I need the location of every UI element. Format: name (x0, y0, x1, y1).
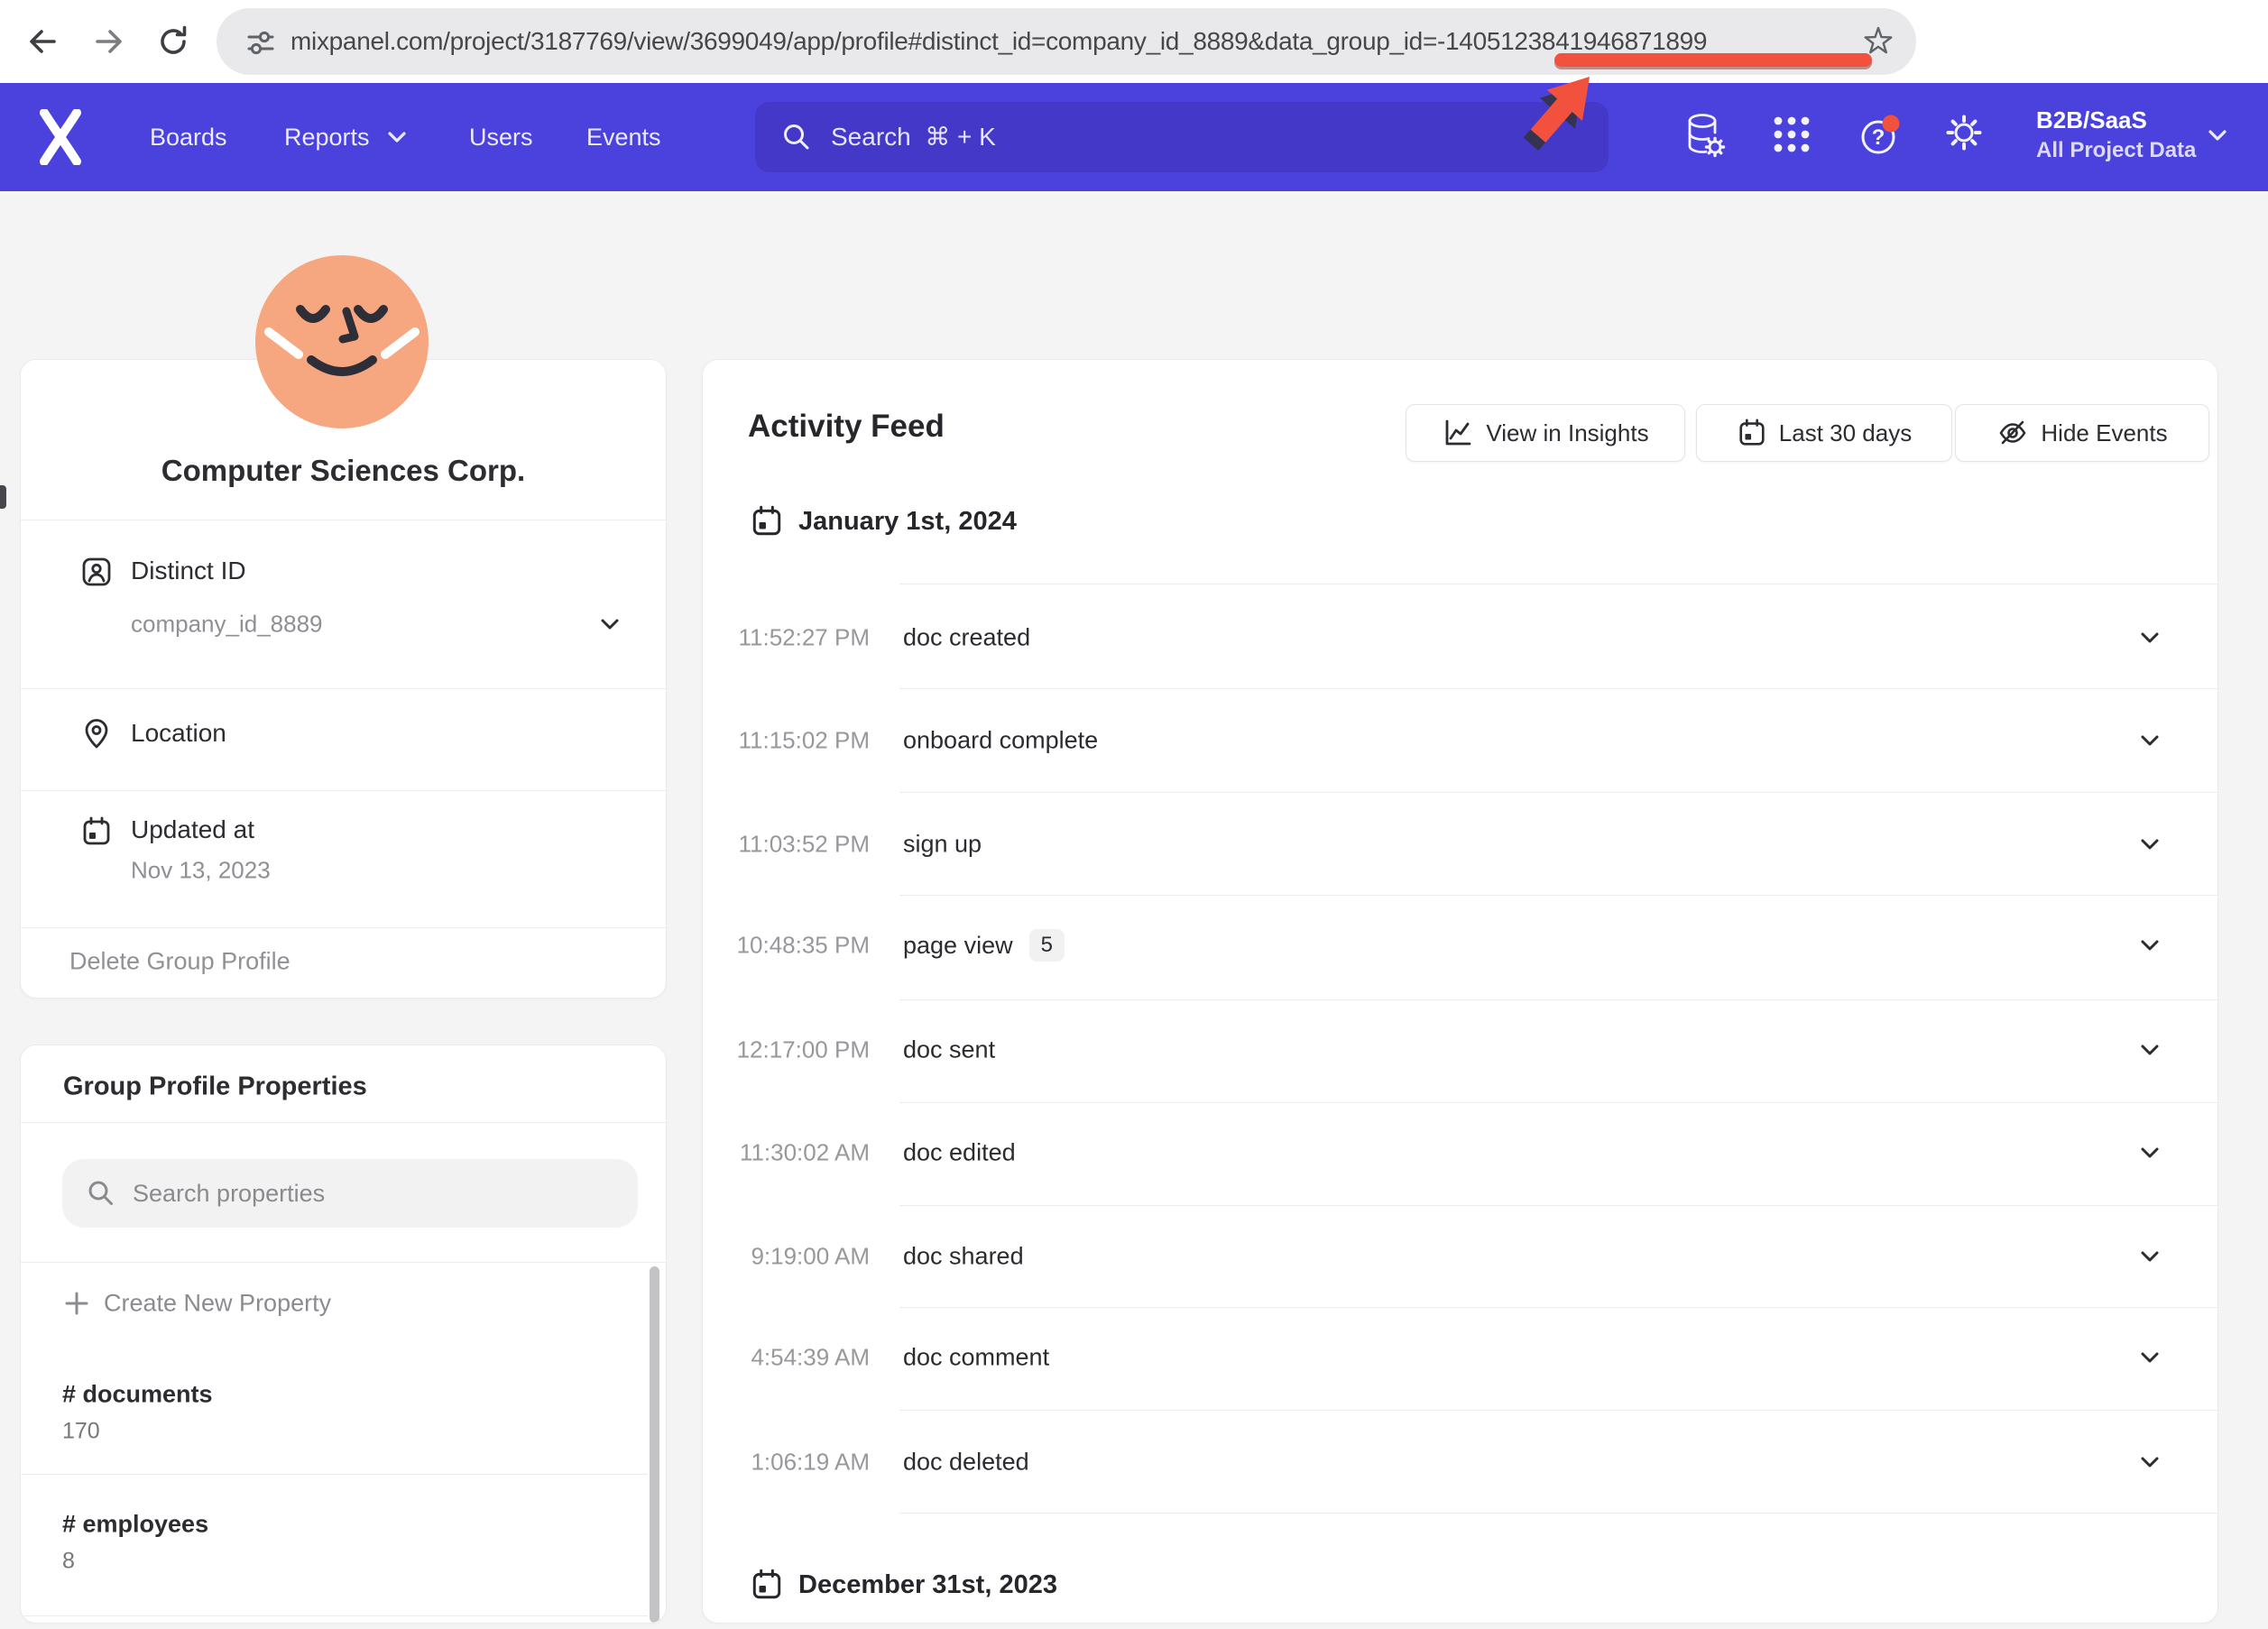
event-time: 11:15:02 PM (703, 727, 870, 755)
date-range-button[interactable]: Last 30 days (1696, 404, 1952, 462)
property-name: # documents (62, 1381, 213, 1409)
event-expand-chevron-icon[interactable] (2135, 726, 2164, 755)
search-icon (86, 1178, 116, 1209)
screen-edge-artifact (0, 485, 6, 509)
browser-toolbar: mixpanel.com/project/3187769/view/369904… (0, 0, 2268, 83)
event-row[interactable]: doc comment (903, 1344, 1049, 1372)
url-highlighted-id: -1405123841946871899 (1437, 27, 1707, 55)
event-row[interactable]: doc edited (903, 1139, 1016, 1167)
project-name[interactable]: B2B/SaaS (2036, 106, 2147, 134)
project-scope: All Project Data (2036, 137, 2196, 164)
event-row[interactable]: onboard complete (903, 727, 1098, 755)
event-expand-chevron-icon[interactable] (2135, 1242, 2164, 1271)
company-name: Computer Sciences Corp. (21, 454, 666, 488)
event-row[interactable]: doc created (903, 624, 1030, 652)
event-expand-chevron-icon[interactable] (2135, 1138, 2164, 1167)
distinct-id-value: company_id_8889 (131, 611, 323, 639)
top-navbar: Boards Reports Users Events (0, 83, 2268, 191)
day-header-date: January 1st, 2024 (798, 507, 1017, 537)
nav-link-events[interactable]: Events (586, 122, 661, 152)
settings-gear-icon[interactable] (1943, 112, 1985, 153)
event-expand-chevron-icon[interactable] (2135, 830, 2164, 859)
event-time: 1:06:19 AM (703, 1449, 870, 1477)
hide-events-button[interactable]: Hide Events (1955, 404, 2209, 462)
activity-feed-card: Activity Feed View in Insights Last 30 d… (702, 359, 2218, 1624)
updated-at-label: Updated at (131, 815, 254, 844)
distinct-id-chevron-down-icon[interactable] (596, 613, 623, 635)
property-value: 170 (62, 1419, 100, 1445)
group-profile-properties-card: Group Profile Properties Create New Prop… (20, 1045, 667, 1624)
property-value: 8 (62, 1549, 75, 1575)
global-search-input[interactable] (829, 122, 1464, 152)
event-time: 11:52:27 PM (703, 624, 870, 652)
event-expand-chevron-icon[interactable] (2135, 931, 2164, 960)
plus-icon[interactable] (62, 1289, 91, 1318)
updated-at-calendar-icon (80, 815, 113, 848)
company-avatar (255, 255, 429, 428)
properties-search-input[interactable] (131, 1179, 604, 1209)
global-search[interactable] (755, 102, 1609, 172)
line-chart-icon (1442, 417, 1474, 449)
event-row[interactable]: doc shared (903, 1243, 1024, 1271)
nav-link-users[interactable]: Users (469, 122, 533, 152)
create-new-property-button[interactable]: Create New Property (104, 1290, 331, 1318)
distinct-id-label: Distinct ID (131, 557, 246, 585)
eye-slash-icon (1996, 417, 2029, 449)
event-row[interactable]: doc sent (903, 1036, 995, 1064)
help-icon[interactable]: ? (1855, 110, 1905, 161)
event-time: 4:54:39 AM (703, 1344, 870, 1372)
properties-scrollbar[interactable] (650, 1266, 659, 1623)
url-text: mixpanel.com/project/3187769/view/369904… (290, 27, 1707, 56)
location-icon (80, 717, 113, 750)
svg-text:?: ? (1872, 125, 1885, 150)
mixpanel-logo-icon[interactable] (40, 109, 81, 165)
red-underline-annotation (1554, 53, 1872, 67)
calendar-icon (1737, 418, 1767, 448)
company-profile-card: Computer Sciences Corp. Distinct ID comp… (20, 359, 667, 999)
view-in-insights-button[interactable]: View in Insights (1406, 404, 1685, 462)
day-header: December 31st, 2023 (750, 1568, 1057, 1602)
reports-chevron-down-icon[interactable] (386, 128, 408, 146)
event-time: 10:48:35 PM (703, 932, 870, 960)
apps-grid-icon[interactable] (1771, 114, 1812, 155)
event-time: 11:30:02 AM (703, 1139, 870, 1167)
search-icon (780, 121, 813, 153)
event-row[interactable]: doc deleted (903, 1449, 1029, 1477)
event-expand-chevron-icon[interactable] (2135, 1035, 2164, 1064)
project-chevron-down-icon[interactable] (2205, 124, 2230, 146)
nav-link-reports[interactable]: Reports (284, 122, 370, 152)
site-controls-icon[interactable] (244, 25, 278, 60)
event-expand-chevron-icon[interactable] (2135, 623, 2164, 652)
calendar-icon (750, 504, 784, 538)
event-expand-chevron-icon[interactable] (2135, 1448, 2164, 1477)
delete-group-profile-button[interactable]: Delete Group Profile (69, 948, 290, 976)
reload-icon[interactable] (153, 22, 193, 61)
notification-dot (1883, 115, 1900, 133)
event-count-badge: 5 (1029, 929, 1065, 962)
distinct-id-icon (80, 556, 113, 588)
event-time: 12:17:00 PM (703, 1036, 870, 1064)
forward-icon[interactable] (88, 22, 128, 61)
property-name: # employees (62, 1511, 208, 1539)
properties-search[interactable] (62, 1159, 638, 1228)
event-row[interactable]: sign up (903, 831, 982, 859)
location-label: Location (131, 719, 226, 748)
event-time: 9:19:00 AM (703, 1243, 870, 1271)
day-header-date: December 31st, 2023 (798, 1570, 1057, 1600)
back-icon[interactable] (23, 22, 63, 61)
nav-link-boards[interactable]: Boards (150, 122, 227, 152)
updated-at-value: Nov 13, 2023 (131, 857, 271, 885)
event-row[interactable]: page view5 (903, 929, 1065, 962)
data-management-icon[interactable] (1683, 111, 1726, 161)
event-expand-chevron-icon[interactable] (2135, 1343, 2164, 1372)
event-time: 11:03:52 PM (703, 831, 870, 859)
activity-feed-title: Activity Feed (748, 409, 945, 445)
day-header: January 1st, 2024 (750, 504, 1017, 538)
properties-title: Group Profile Properties (63, 1072, 367, 1102)
calendar-icon (750, 1568, 784, 1602)
